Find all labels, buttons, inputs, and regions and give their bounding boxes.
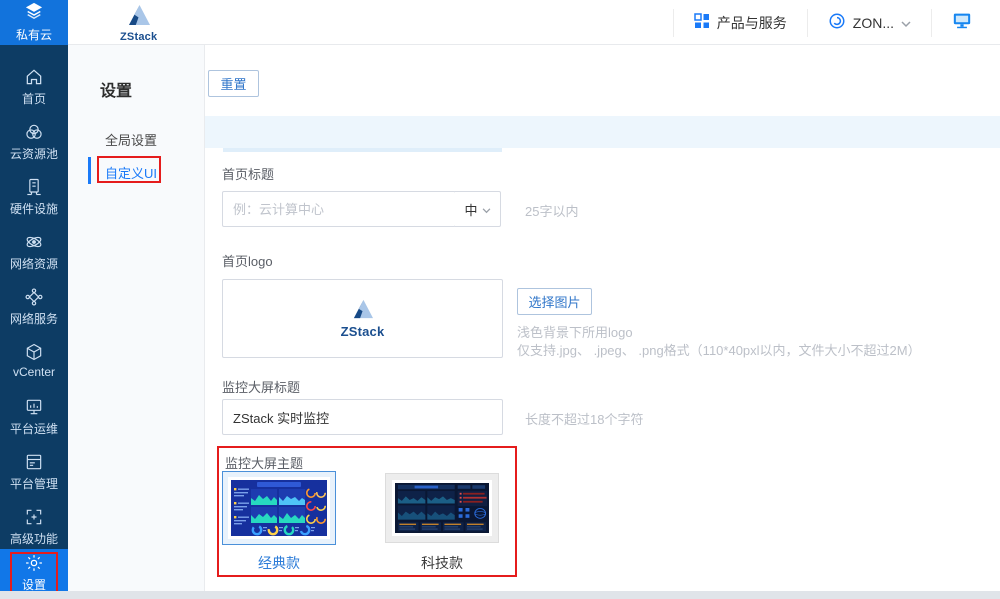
settings-nav-panel: 设置 全局设置 自定义UI [68, 45, 205, 591]
monitor-screen-button[interactable] [932, 0, 992, 45]
choose-image-button[interactable]: 选择图片 [517, 288, 592, 315]
page-bottom-strip [0, 591, 1000, 599]
products-services-menu[interactable]: 产品与服务 [674, 0, 807, 45]
vcenter-cube-icon [24, 342, 44, 362]
logo-preview-text: ZStack [341, 324, 385, 339]
cloud-pool-icon [24, 122, 44, 142]
section-header-band-accent [223, 148, 502, 152]
title-font-size-select[interactable]: 中 [455, 191, 501, 227]
network-service-icon [24, 287, 44, 307]
zstack-logo-text: ZStack [120, 31, 157, 43]
settings-nav-title: 设置 [100, 77, 132, 101]
layers-icon [23, 2, 45, 25]
sidebar-item-private-cloud[interactable]: 私有云 [0, 0, 68, 45]
screen-title-label: 监控大屏标题 [222, 377, 300, 396]
advanced-icon [24, 507, 44, 527]
annotation-box-screen-theme: 监控大屏主题 [217, 446, 517, 577]
nav-item-custom-ui[interactable]: 自定义UI [105, 163, 157, 182]
home-icon [24, 67, 44, 87]
apps-grid-icon [694, 13, 710, 32]
screen-title-hint: 长度不超过18个字符 [525, 409, 643, 428]
sidebar-item-advanced[interactable]: 高级功能 [0, 507, 68, 553]
sidebar-item-home[interactable]: 首页 [0, 67, 68, 113]
chevron-down-icon [482, 202, 491, 217]
home-logo-label: 首页logo [222, 251, 273, 270]
section-header-band [205, 116, 1000, 148]
screen-title-input[interactable] [222, 399, 503, 435]
zone-selector[interactable]: ZON... [808, 0, 931, 45]
platform-mgmt-icon [24, 452, 44, 472]
zstack-triangle-icon [127, 4, 151, 31]
zone-icon [828, 12, 846, 33]
tech-theme-preview [392, 480, 492, 536]
screen-theme-label: 监控大屏主题 [225, 453, 303, 472]
topbar: ZStack 产品与服务 ZON... [68, 0, 1000, 45]
sidebar-item-settings[interactable]: 设置 [0, 549, 68, 594]
sidebar-item-vcenter[interactable]: vCenter [0, 342, 68, 388]
zstack-logo[interactable]: ZStack [120, 4, 157, 43]
gear-icon [24, 553, 44, 573]
theme-caption-classic[interactable]: 经典款 [222, 553, 336, 573]
sidebar-item-platform-mgmt[interactable]: 平台管理 [0, 452, 68, 498]
home-title-input[interactable] [222, 191, 456, 227]
chevron-down-icon [901, 15, 911, 31]
theme-option-tech[interactable] [385, 473, 499, 543]
sidebar-brand-label: 私有云 [16, 26, 52, 43]
monitor-icon [952, 12, 972, 33]
nav-item-global-settings[interactable]: 全局设置 [105, 130, 157, 149]
classic-theme-preview [228, 477, 330, 539]
home-title-hint: 25字以内 [525, 201, 578, 220]
logo-hint-line1: 浅色背景下所用logo [517, 322, 633, 341]
sidebar-item-network-service[interactable]: 网络服务 [0, 287, 68, 333]
custom-ui-form: 重置 首页标题 中 25字以内 首页logo ZStack 选择图片 浅色背景下… [205, 45, 1000, 591]
home-logo-preview: ZStack [222, 279, 503, 358]
network-resource-icon [24, 232, 44, 252]
logo-hint-line2: 仅支持.jpg、 .jpeg、 .png格式（110*40pxl以内，文件大小不… [517, 340, 921, 359]
primary-sidebar: 私有云 首页 云资源池 硬件设施 网络资源 网络服务 vCenter 平台运 [0, 0, 68, 599]
zstack-triangle-icon [352, 299, 374, 324]
active-nav-indicator [88, 157, 91, 184]
reset-button[interactable]: 重置 [208, 70, 259, 97]
sidebar-item-platform-ops[interactable]: 平台运维 [0, 397, 68, 443]
hardware-icon [24, 177, 44, 197]
platform-ops-icon [24, 397, 44, 417]
sidebar-item-hardware[interactable]: 硬件设施 [0, 177, 68, 223]
theme-option-classic[interactable] [222, 471, 336, 545]
sidebar-item-cloud-pool[interactable]: 云资源池 [0, 122, 68, 168]
theme-caption-tech[interactable]: 科技款 [385, 553, 499, 573]
home-title-label: 首页标题 [222, 164, 274, 183]
sidebar-item-network-resource[interactable]: 网络资源 [0, 232, 68, 278]
zstack-settings-page: 私有云 首页 云资源池 硬件设施 网络资源 网络服务 vCenter 平台运 [0, 0, 1000, 599]
